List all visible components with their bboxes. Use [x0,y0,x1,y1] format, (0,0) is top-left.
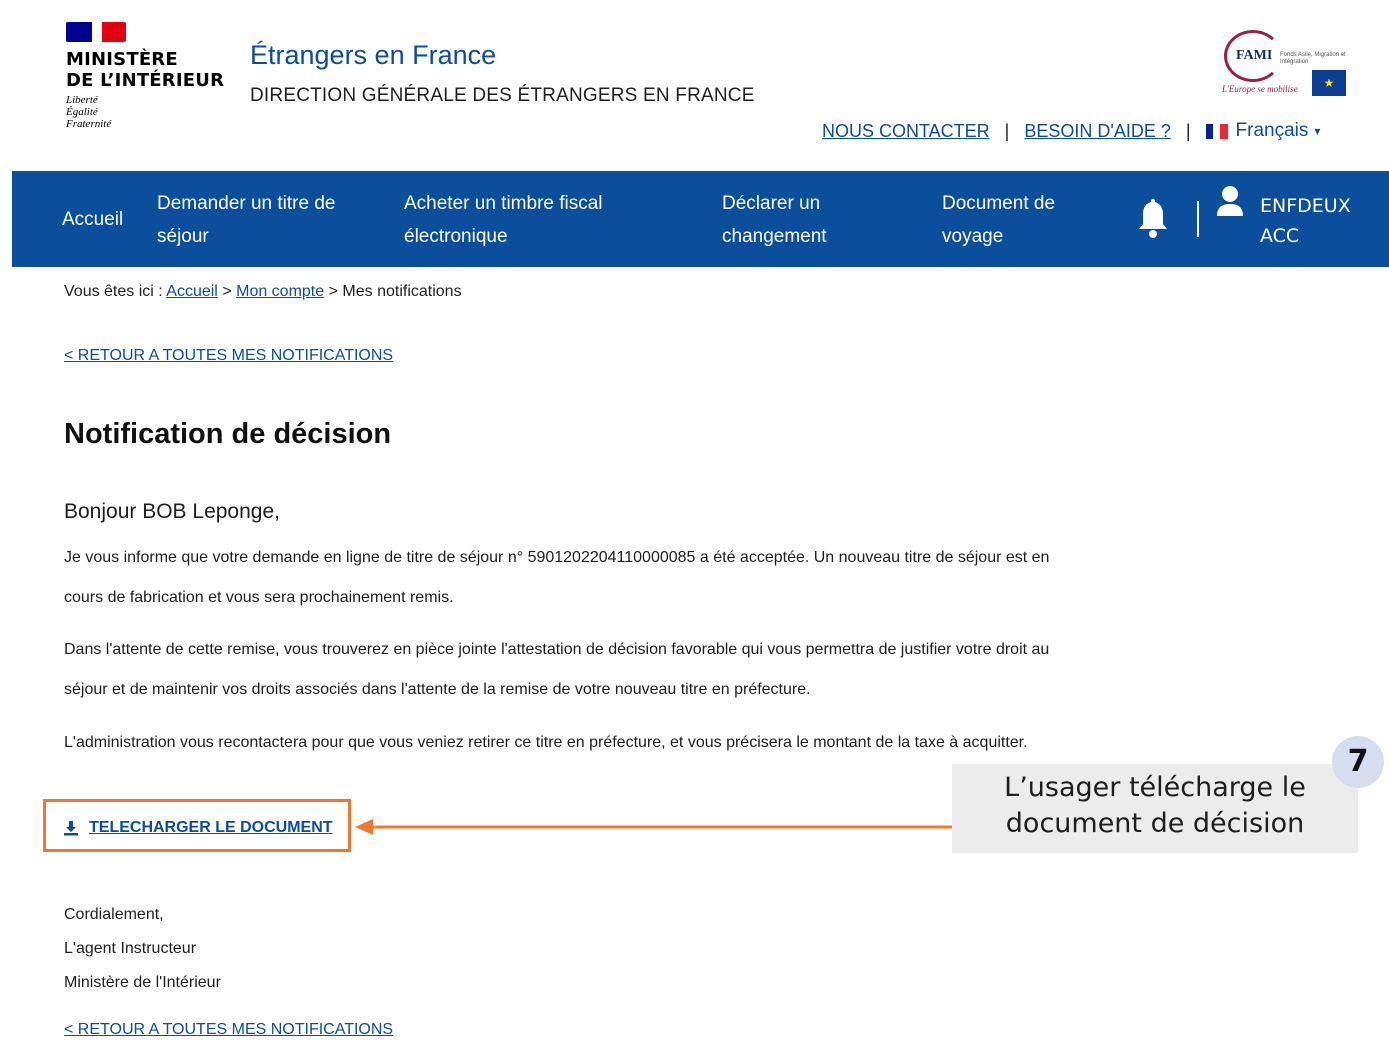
marianne-flag-icon [66,22,126,42]
nav-item-declarer-changement[interactable]: Déclarer un changement [722,187,882,253]
top-links: NOUS CONTACTER | BESOIN D'AIDE ? | Franç… [822,120,1320,142]
annotation-text: L’usager télécharge le document de décis… [1004,772,1306,839]
site-title[interactable]: Étrangers en France [250,40,496,71]
back-to-notifications-link[interactable]: < RETOUR A TOUTES MES NOTIFICATIONS [64,1021,393,1039]
site-subtitle: DIRECTION GÉNÉRALE DES ÉTRANGERS EN FRAN… [250,85,755,106]
greeting: Bonjour BOB Leponge, [64,500,280,523]
closing-line: Ministère de l'Intérieur [64,974,221,991]
breadcrumb-home-link[interactable]: Accueil [166,283,218,300]
language-selector[interactable]: Français ▾ [1205,120,1321,142]
callout-arrow [355,819,953,835]
chevron-down-icon: ▾ [1314,124,1321,138]
breadcrumb: Vous êtes ici : Accueil > Mon compte > M… [64,283,462,300]
nav-item-document-voyage[interactable]: Document de voyage [942,187,1102,253]
nav-item-titre-sejour[interactable]: Demander un titre de séjour [157,187,372,253]
notification-paragraph: Dans l'attente de cette remise, vous tro… [64,641,1050,698]
ministry-motto: Liberté Égalité Fraternité [66,94,112,130]
french-flag-icon [1205,123,1228,139]
nav-divider [1197,201,1199,237]
link-separator: | [1004,120,1010,141]
breadcrumb-account-link[interactable]: Mon compte [236,283,324,300]
bell-icon[interactable] [1136,199,1170,239]
fami-logo: FAMI Fonds Asile, Migration et Intégrati… [1220,26,1350,98]
language-label: Français [1235,120,1309,141]
step-number-badge: 7 [1332,736,1384,788]
user-account-name[interactable]: ENFDEUX ACC [1260,191,1351,251]
user-icon[interactable] [1216,185,1244,217]
ministry-logo[interactable]: MINISTÈRE DE L’INTÉRIEUR Liberté Égalité… [66,22,236,130]
notification-paragraph: Je vous informe que votre demande en lig… [64,549,1050,606]
main-nav: Accueil Demander un titre de séjour Ache… [12,171,1389,267]
link-separator: | [1185,120,1191,141]
eu-flag-icon: ★ [1312,70,1346,96]
ministry-name: MINISTÈRE DE L’INTÉRIEUR [66,49,225,91]
contact-link[interactable]: NOUS CONTACTER [822,121,990,142]
help-link[interactable]: BESOIN D'AIDE ? [1024,121,1170,142]
annotation-callout: L’usager télécharge le document de décis… [952,764,1358,853]
download-icon [64,821,78,836]
closing-line: L'agent Instructeur [64,940,197,957]
notification-paragraph: L'administration vous recontactera pour … [64,734,1028,751]
download-document-link[interactable]: TELECHARGER LE DOCUMENT [63,819,333,837]
closing-line: Cordialement, [64,906,164,923]
download-label: TELECHARGER LE DOCUMENT [89,819,333,836]
page-title: Notification de décision [64,418,392,450]
breadcrumb-current: Mes notifications [342,283,462,300]
nav-item-timbre-fiscal[interactable]: Acheter un timbre fiscal électronique [404,187,664,253]
nav-item-accueil[interactable]: Accueil [62,203,123,236]
back-to-notifications-link[interactable]: < RETOUR A TOUTES MES NOTIFICATIONS [64,347,393,365]
